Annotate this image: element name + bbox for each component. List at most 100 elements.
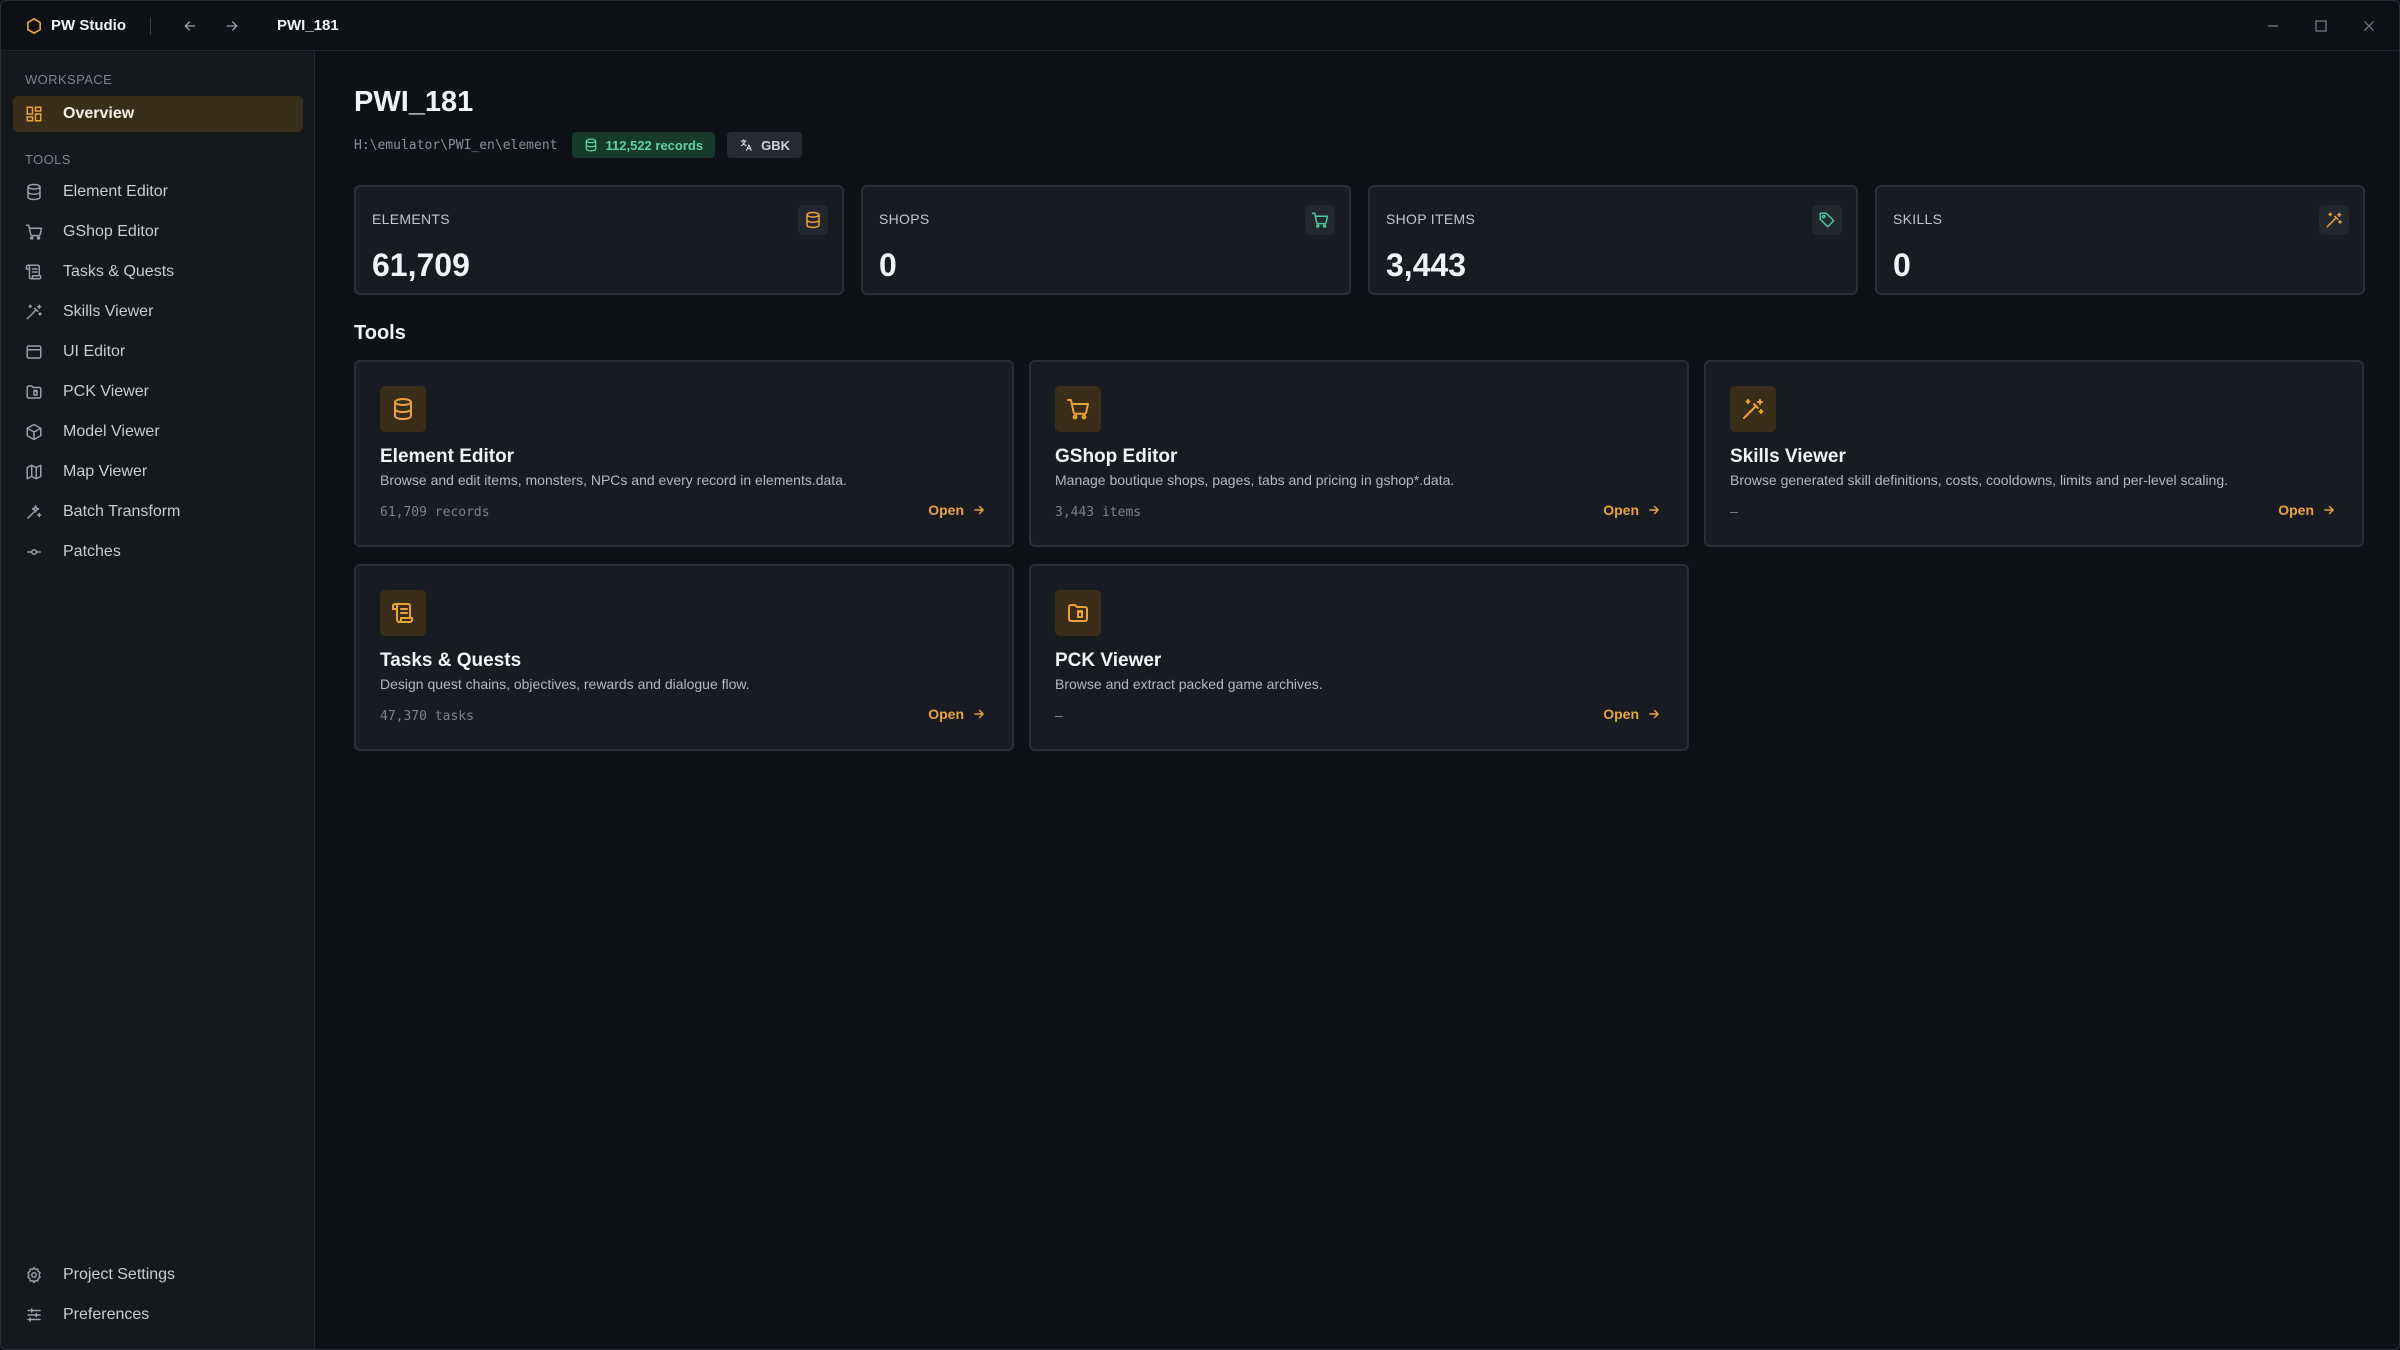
open-button[interactable]: Open	[1603, 706, 1661, 722]
sidebar-item-preferences[interactable]: Preferences	[13, 1297, 303, 1333]
stat-card-shop-items: SHOP ITEMS 3,443	[1368, 185, 1858, 295]
sidebar-item-skills-viewer[interactable]: Skills Viewer	[13, 294, 303, 330]
sidebar-item-label: Map Viewer	[63, 463, 148, 480]
cart-icon	[1055, 386, 1101, 432]
arrow-left-icon	[184, 20, 196, 31]
sidebar-item-patches[interactable]: Patches	[13, 534, 303, 570]
sidebar-item-label: Model Viewer	[63, 423, 160, 440]
arrow-right-icon	[974, 505, 984, 515]
folder-archive-icon	[25, 383, 43, 401]
arrow-right-icon	[226, 20, 238, 31]
tool-card-tasks-quests[interactable]: Tasks & Quests Design quest chains, obje…	[354, 564, 1014, 751]
stat-value: 0	[1893, 247, 1911, 283]
commit-icon	[25, 543, 43, 561]
cart-icon	[1305, 205, 1335, 235]
database-icon	[585, 138, 596, 152]
title-bar: PW Studio PWI_181	[1, 1, 2399, 51]
tool-name: Tasks & Quests	[380, 650, 522, 671]
tool-card-gshop-editor[interactable]: GShop Editor Manage boutique shops, page…	[1029, 360, 1689, 547]
sidebar-item-model-viewer[interactable]: Model Viewer	[13, 414, 303, 450]
open-label: Open	[928, 502, 964, 518]
forward-button[interactable]	[217, 11, 247, 41]
records-badge: 112,522 records	[571, 132, 716, 158]
arrow-right-icon	[1649, 505, 1659, 515]
scroll-icon	[380, 590, 426, 636]
magic-wand-icon	[2319, 205, 2349, 235]
sidebar-item-label: GShop Editor	[63, 223, 160, 240]
main-content: PWI_181 H:\emulator\PWI_en\element 112,5…	[316, 52, 2399, 1349]
app-window: PW Studio PWI_181 WORKSPACE Overview TOO…	[0, 0, 2400, 1350]
sparkles-icon	[25, 503, 43, 521]
tool-description: Design quest chains, objectives, rewards…	[380, 676, 750, 692]
sidebar-item-label: Element Editor	[63, 183, 168, 200]
arrow-right-icon	[974, 709, 984, 719]
open-label: Open	[1603, 502, 1639, 518]
sidebar-item-pck-viewer[interactable]: PCK Viewer	[13, 374, 303, 410]
close-button[interactable]	[2345, 1, 2393, 51]
minimize-button[interactable]	[2249, 1, 2297, 51]
tool-meta: 47,370 tasks	[380, 709, 474, 724]
tool-name: PCK Viewer	[1055, 650, 1162, 671]
tool-card-pck-viewer[interactable]: PCK Viewer Browse and extract packed gam…	[1029, 564, 1689, 751]
sidebar-item-element-editor[interactable]: Element Editor	[13, 174, 303, 210]
project-name: PWI_181	[277, 17, 339, 34]
sliders-icon	[25, 1306, 43, 1324]
tool-description: Browse generated skill definitions, cost…	[1730, 472, 2229, 488]
open-label: Open	[1603, 706, 1639, 722]
app-brand: PW Studio	[25, 17, 126, 35]
tool-description: Browse and edit items, monsters, NPCs an…	[380, 472, 847, 488]
scroll-icon	[25, 263, 43, 281]
sidebar-item-map-viewer[interactable]: Map Viewer	[13, 454, 303, 490]
sidebar-item-label: Batch Transform	[63, 503, 181, 520]
sidebar-item-label: Tasks & Quests	[63, 263, 175, 280]
tool-name: Element Editor	[380, 446, 515, 467]
stat-value: 3,443	[1386, 247, 1467, 283]
tool-meta: 3,443 items	[1055, 505, 1142, 520]
stat-value: 0	[879, 247, 897, 283]
sidebar-item-label: Patches	[63, 543, 121, 560]
open-button[interactable]: Open	[928, 502, 986, 518]
open-button[interactable]: Open	[2278, 502, 2336, 518]
tool-meta: 61,709 records	[380, 505, 490, 520]
open-button[interactable]: Open	[1603, 502, 1661, 518]
sidebar-item-project-settings[interactable]: Project Settings	[13, 1257, 303, 1293]
cart-icon	[25, 223, 43, 241]
stat-label: SHOP ITEMS	[1386, 211, 1476, 227]
tools-section-title: Tools	[354, 322, 406, 344]
encoding-badge: GBK	[727, 132, 802, 158]
open-button[interactable]: Open	[928, 706, 986, 722]
map-icon	[25, 463, 43, 481]
tool-description: Browse and extract packed game archives.	[1055, 676, 1323, 692]
sidebar-item-overview[interactable]: Overview	[13, 96, 303, 132]
sidebar-item-label: PCK Viewer	[63, 383, 149, 400]
sidebar-item-tasks-quests[interactable]: Tasks & Quests	[13, 254, 303, 290]
sidebar: WORKSPACE Overview TOOLS Element Editor …	[1, 52, 315, 1349]
window-controls	[2249, 1, 2393, 51]
tool-name: Skills Viewer	[1730, 446, 1846, 467]
close-icon	[2364, 21, 2374, 31]
stat-label: SKILLS	[1893, 211, 1943, 227]
stat-card-elements: ELEMENTS 61,709	[354, 185, 844, 295]
sidebar-item-ui-editor[interactable]: UI Editor	[13, 334, 303, 370]
encoding-badge-label: GBK	[761, 137, 790, 153]
tool-meta: —	[1730, 505, 1738, 520]
tool-card-skills-viewer[interactable]: Skills Viewer Browse generated skill def…	[1704, 360, 2364, 547]
sidebar-section-tools: TOOLS	[25, 152, 71, 167]
back-button[interactable]	[175, 11, 205, 41]
hexagon-logo-icon	[27, 17, 41, 34]
tag-icon	[1812, 205, 1842, 235]
sidebar-item-label: Preferences	[63, 1306, 150, 1323]
gear-icon	[25, 1266, 43, 1284]
tool-name: GShop Editor	[1055, 446, 1178, 467]
minimize-icon	[2268, 25, 2278, 27]
sidebar-item-batch-transform[interactable]: Batch Transform	[13, 494, 303, 530]
arrow-right-icon	[2324, 505, 2334, 515]
tool-card-element-editor[interactable]: Element Editor Browse and edit items, mo…	[354, 360, 1014, 547]
project-meta-row: H:\emulator\PWI_en\element 112,522 recor…	[354, 132, 814, 158]
records-badge-label: 112,522 records	[605, 137, 704, 153]
sidebar-item-gshop-editor[interactable]: GShop Editor	[13, 214, 303, 250]
stat-label: ELEMENTS	[372, 211, 450, 227]
maximize-button[interactable]	[2297, 1, 2345, 51]
database-icon	[798, 205, 828, 235]
app-name: PW Studio	[51, 17, 126, 34]
